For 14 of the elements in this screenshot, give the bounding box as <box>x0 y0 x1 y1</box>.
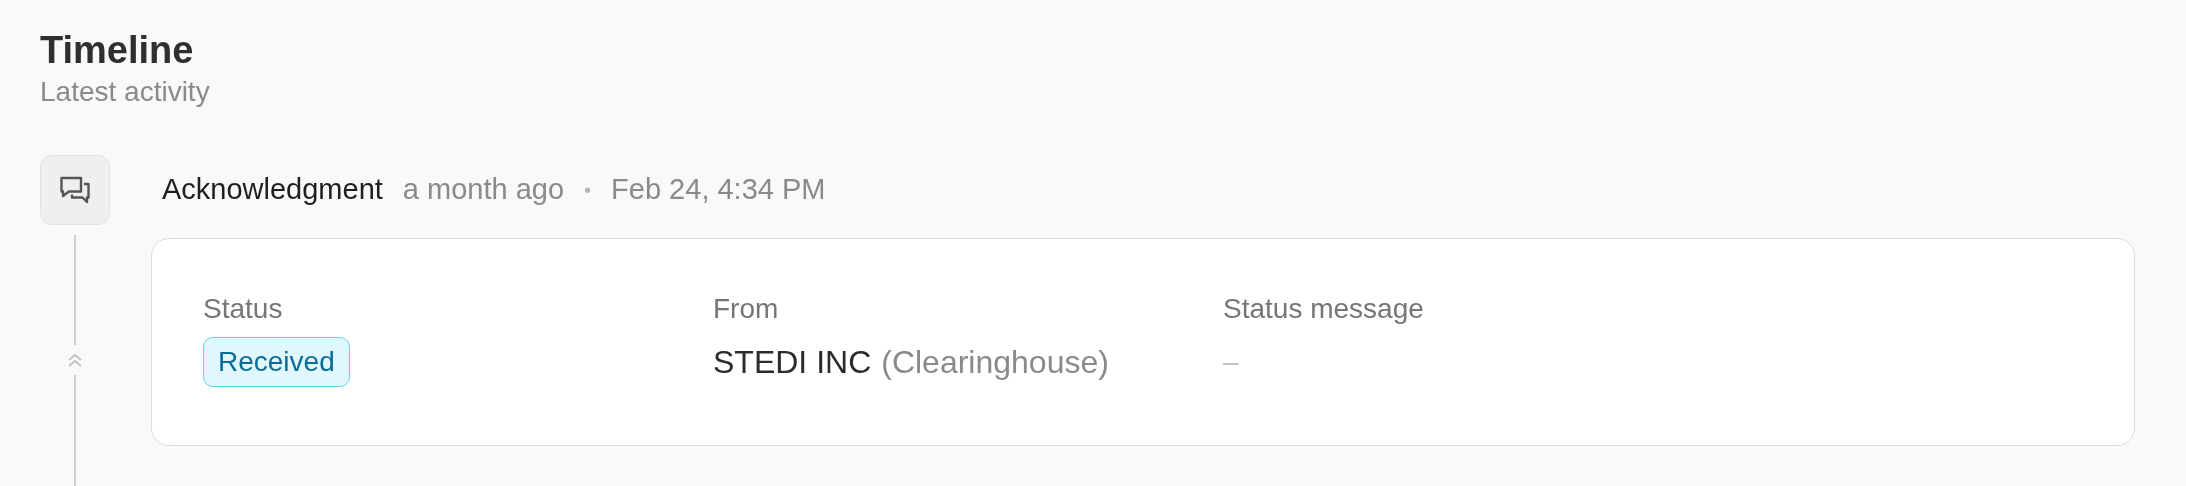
relative-time: a month ago <box>402 172 565 208</box>
page-subtitle: Latest activity <box>40 75 211 109</box>
field-label: From <box>713 292 779 326</box>
sender-role: (Clearinghouse) <box>881 343 1109 382</box>
field-label: Status <box>203 292 283 326</box>
sender-name: STEDI INC <box>713 343 872 382</box>
field-label: Status message <box>1223 292 1424 326</box>
double-chevron-icon <box>66 351 84 369</box>
event-title: Acknowledgment <box>162 172 383 208</box>
page-title: Timeline <box>40 28 195 73</box>
field-value: – <box>1223 345 1239 379</box>
status-badge: Received <box>203 337 350 387</box>
event-timestamp: Feb 24, 4:34 PM <box>611 172 826 208</box>
separator-dot: • <box>584 178 592 203</box>
